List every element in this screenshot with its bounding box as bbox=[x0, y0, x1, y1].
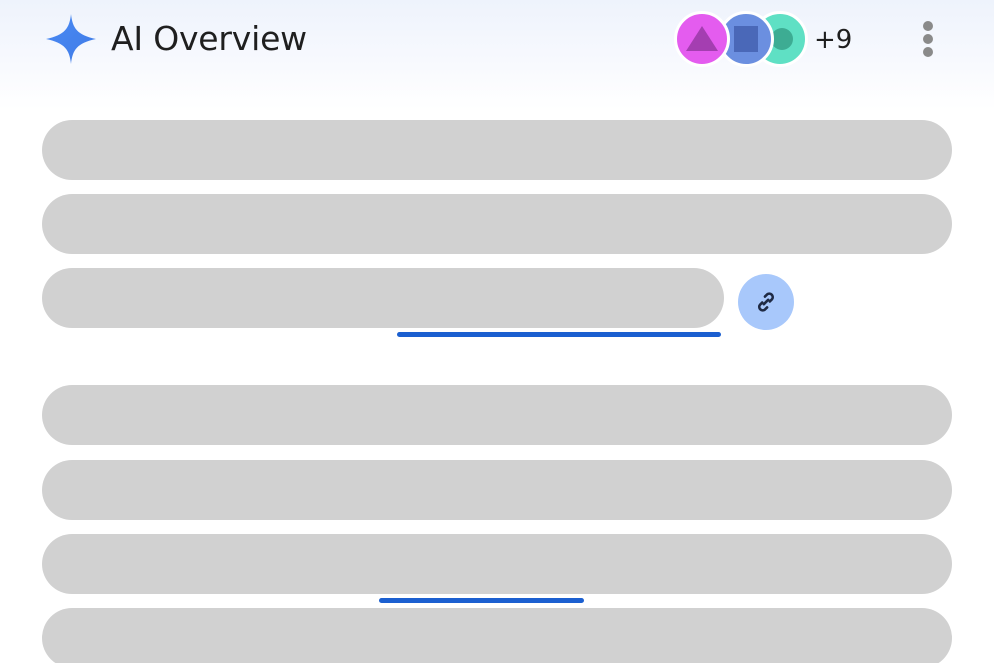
triangle-icon bbox=[686, 26, 718, 51]
link-icon bbox=[758, 292, 774, 312]
text-line-placeholder bbox=[42, 385, 952, 445]
menu-dot bbox=[923, 47, 933, 57]
ai-overview-panel: AI Overview +9 bbox=[0, 0, 994, 663]
sparkle-icon bbox=[46, 14, 96, 64]
menu-dot bbox=[923, 34, 933, 44]
overview-header: AI Overview +9 bbox=[0, 0, 994, 80]
contributor-avatars[interactable] bbox=[674, 11, 814, 67]
text-line-placeholder bbox=[42, 194, 952, 254]
source-link-button[interactable] bbox=[738, 274, 794, 330]
citation-underline[interactable] bbox=[379, 598, 584, 603]
text-line-placeholder bbox=[42, 534, 952, 594]
text-line-placeholder bbox=[42, 120, 952, 180]
text-line-placeholder bbox=[42, 268, 724, 328]
more-vertical-icon bbox=[923, 21, 933, 31]
text-line-placeholder bbox=[42, 460, 952, 520]
text-line-placeholder bbox=[42, 608, 952, 663]
citation-underline[interactable] bbox=[397, 332, 721, 337]
page-title: AI Overview bbox=[111, 19, 307, 58]
more-contributors-count[interactable]: +9 bbox=[814, 24, 852, 56]
avatar[interactable] bbox=[674, 11, 730, 67]
more-options-button[interactable] bbox=[912, 18, 944, 60]
